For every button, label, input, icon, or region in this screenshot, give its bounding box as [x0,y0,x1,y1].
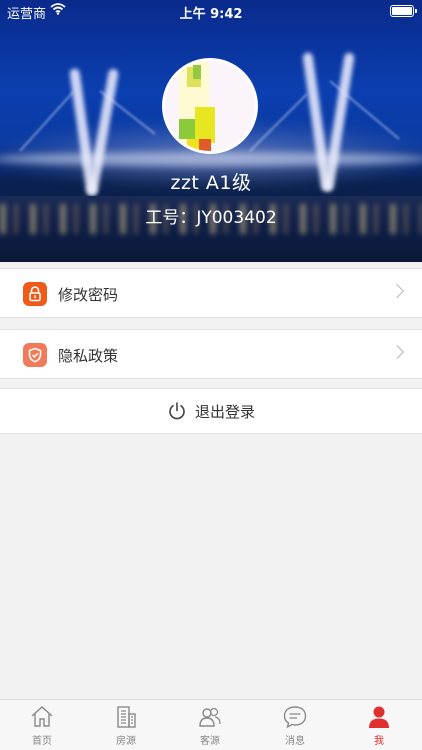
tab-clients-label: 客源 [200,736,220,747]
building-icon [117,706,136,728]
users-icon [199,707,221,727]
change-password-row[interactable]: 修改密码 [0,268,422,318]
clock: 上午 9:42 [179,7,243,22]
home-icon [31,706,53,727]
tab-clients[interactable]: 客源 [180,704,240,747]
tab-me-label: 我 [374,736,384,747]
username: zzt A1级 [170,172,252,194]
tab-me[interactable]: 我 [349,704,409,747]
tab-listings[interactable]: 房源 [96,704,156,747]
status-bar: 运营商 上午 9:42 [0,0,422,22]
person-icon [369,706,389,728]
battery-icon [390,5,417,17]
tab-bar: 首页 房源 客源 消息 我 [0,699,422,750]
tab-home-label: 首页 [32,736,52,747]
message-icon [283,706,307,729]
logout-label: 退出登录 [194,403,255,421]
privacy-policy-row[interactable]: 隐私政策 [0,329,422,379]
change-password-label: 修改密码 [58,286,119,304]
staff-id: 工号：JY003402 [145,208,277,228]
chevron-right-icon [389,344,405,360]
tab-home[interactable]: 首页 [12,704,72,747]
tab-messages[interactable]: 消息 [265,704,325,747]
avatar[interactable] [162,58,258,154]
tab-messages-label: 消息 [285,736,305,747]
chevron-right-icon [389,283,405,299]
tab-listings-label: 房源 [116,736,136,747]
privacy-policy-label: 隐私政策 [58,347,119,365]
lock-icon [23,282,47,306]
shield-icon [23,343,47,367]
logout-button[interactable]: 退出登录 [0,388,422,434]
power-icon [167,401,187,421]
bridge-deck [0,152,422,166]
